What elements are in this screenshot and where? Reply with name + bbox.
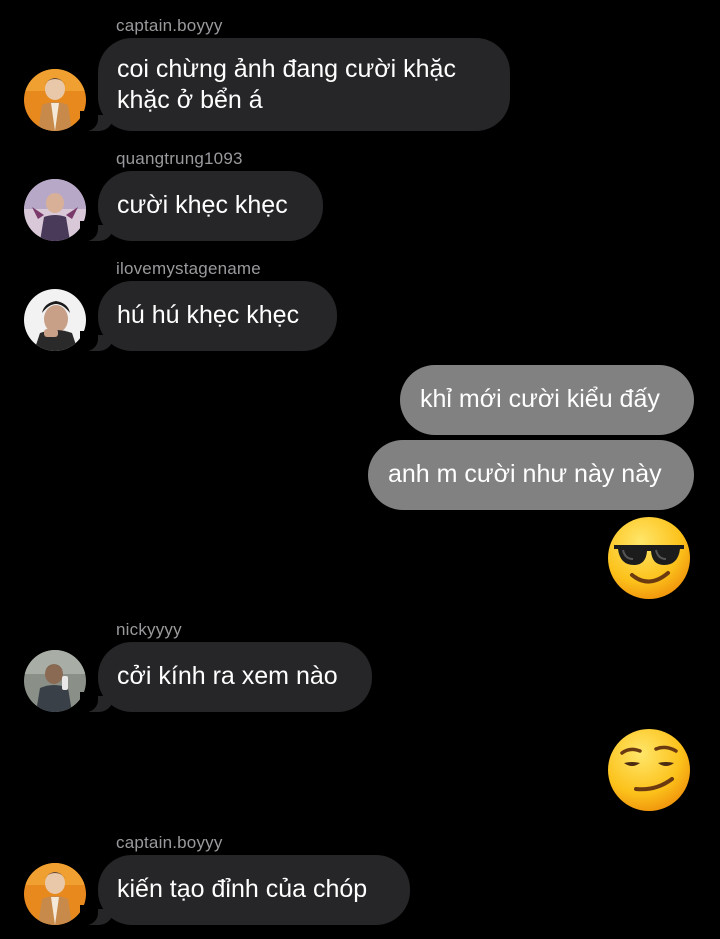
- smiling-face-with-sunglasses-icon[interactable]: [606, 515, 692, 601]
- message-text-line: khặc ở bển á: [117, 86, 263, 114]
- message-bubble[interactable]: hú hú khẹc khẹc: [80, 281, 337, 351]
- avatar-ilovemystagename[interactable]: [24, 289, 86, 351]
- message-bubble[interactable]: cởi kính ra xem nào: [80, 642, 372, 712]
- message-bubble[interactable]: kiến tạo đỉnh của chóp: [80, 855, 410, 925]
- outgoing-message-bubble[interactable]: khỉ mới cười kiểu đấy: [400, 365, 694, 435]
- message-text: cười khẹc khẹc: [117, 191, 288, 219]
- message-bubble[interactable]: cười khẹc khẹc: [80, 171, 323, 241]
- sender-name: captain.boyyy: [116, 16, 223, 35]
- sender-name: ilovemystagename: [116, 259, 261, 278]
- avatar-nickyyyy[interactable]: [24, 650, 86, 712]
- message-bubble[interactable]: coi chừng ảnh đang cười khặc khặc ở bển …: [80, 38, 510, 131]
- message-text-line: coi chừng ảnh đang cười khặc: [117, 55, 456, 83]
- outgoing-message-bubble[interactable]: anh m cười như này này: [368, 440, 694, 510]
- message-text: hú hú khẹc khẹc: [117, 301, 300, 329]
- smirking-face-icon[interactable]: [606, 727, 692, 813]
- message-text: khỉ mới cười kiểu đấy: [420, 385, 660, 413]
- sender-name: quangtrung1093: [116, 149, 243, 168]
- message-text: cởi kính ra xem nào: [117, 662, 338, 690]
- avatar-quangtrung1093[interactable]: [24, 179, 86, 241]
- sender-name: captain.boyyy: [116, 833, 223, 852]
- sender-name: nickyyyy: [116, 620, 182, 639]
- message-text: kiến tạo đỉnh của chóp: [117, 875, 368, 903]
- avatar-captain-boyyy[interactable]: [24, 69, 86, 131]
- avatar-captain-boyyy[interactable]: [24, 863, 86, 925]
- message-text: anh m cười như này này: [388, 460, 662, 488]
